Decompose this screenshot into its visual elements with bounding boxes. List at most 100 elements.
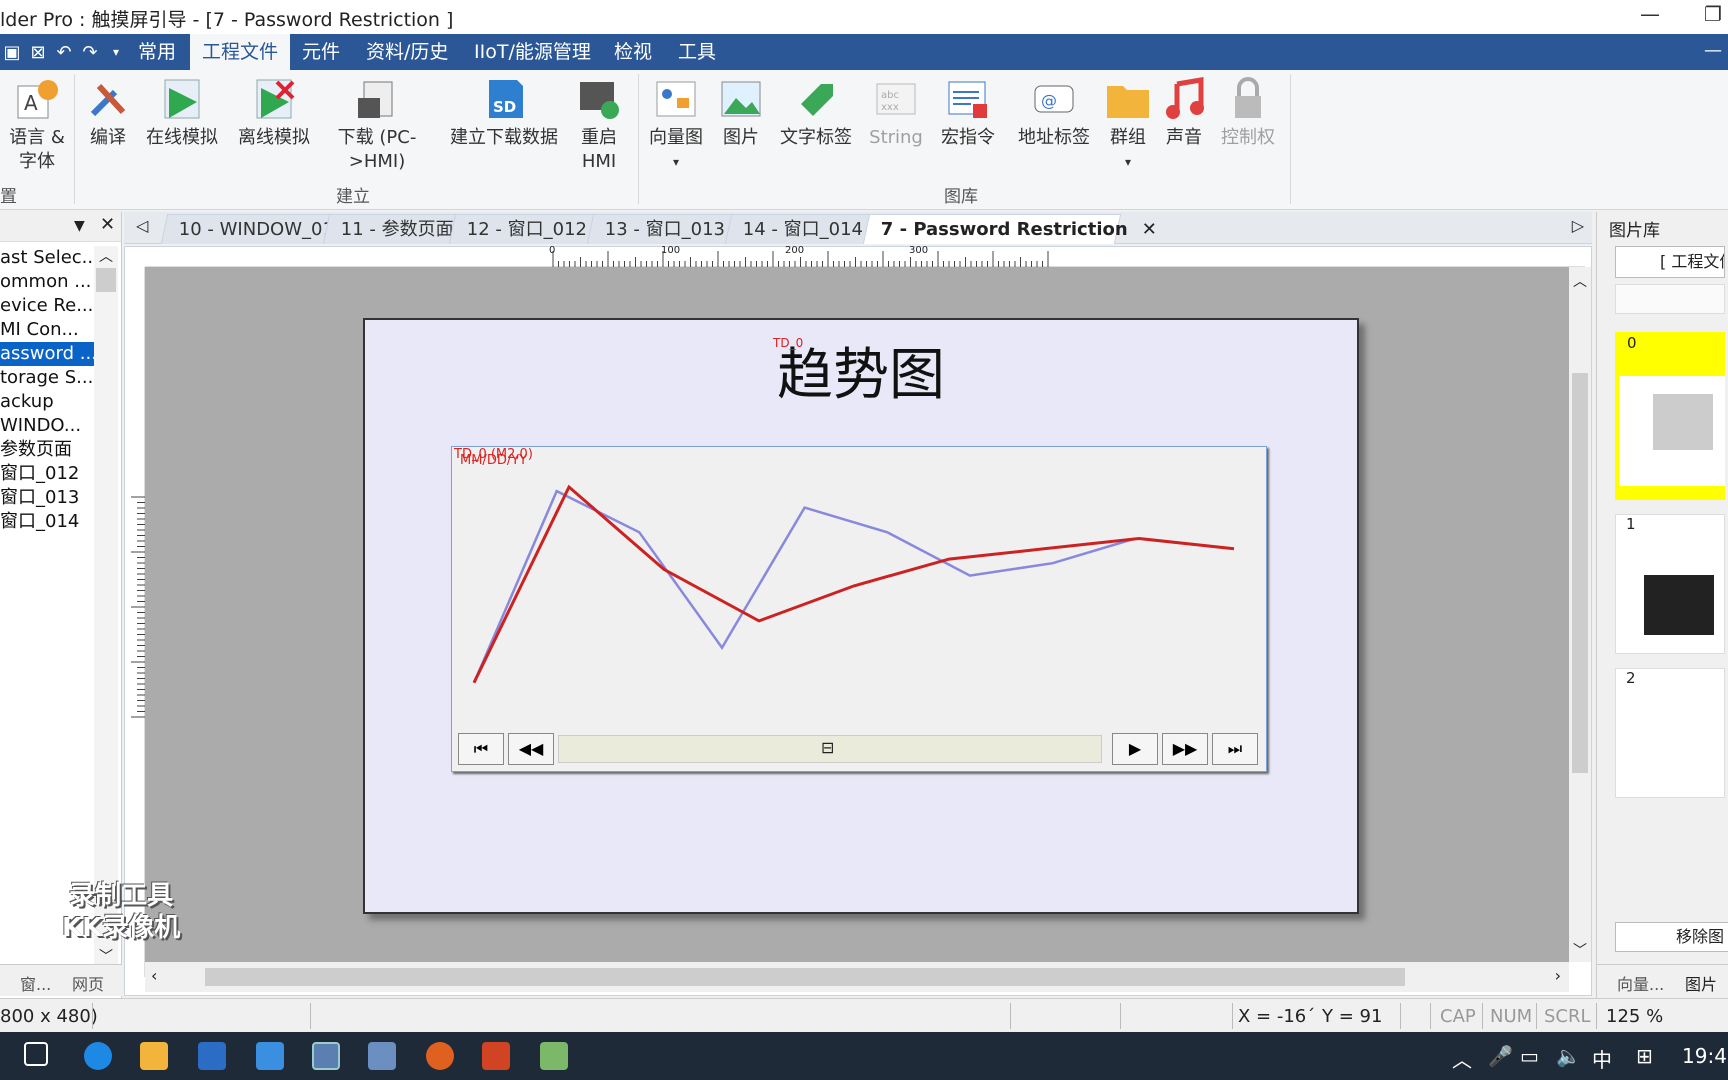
scroll-right-icon[interactable]: › xyxy=(1555,966,1561,985)
tab-windows[interactable]: 窗... xyxy=(20,971,51,995)
ime-indicator[interactable]: 中 xyxy=(1592,1044,1612,1073)
doc-tab-14[interactable]: 14 - 窗口_014 xyxy=(724,214,882,244)
scroll-thumb[interactable] xyxy=(96,268,116,292)
task-view-icon[interactable] xyxy=(24,1042,48,1066)
scroll-thumb[interactable] xyxy=(205,968,1405,986)
ime-mode-icon[interactable]: ⊞ xyxy=(1636,1044,1653,1068)
scroll-down-icon[interactable]: ﹀ xyxy=(1569,940,1591,960)
menu-tab-iiot[interactable]: IIoT/能源管理 xyxy=(462,34,603,70)
scroll-thumb-icon[interactable]: ⊟ xyxy=(821,738,834,757)
app-window-icon[interactable] xyxy=(368,1042,396,1070)
macro-button[interactable]: 宏指令 xyxy=(938,76,998,150)
group-button[interactable]: 群组 ▾ xyxy=(1104,76,1152,174)
trend-display[interactable]: TD_0 (M2,0) MM/DD/YY ⏮ ◀◀ ⊟ ▶ ▶▶ ⏭ xyxy=(451,446,1267,772)
tree-item[interactable]: ast Selec... xyxy=(0,246,94,270)
compile-button[interactable]: 编译 xyxy=(82,76,134,150)
tray-chevron-icon[interactable]: ︿ xyxy=(1452,1044,1472,1073)
library-item-1[interactable]: 1 xyxy=(1615,514,1725,654)
tree-scrollbar[interactable]: ︿ ﹀ xyxy=(94,246,118,966)
menu-tab-data-history[interactable]: 资料/历史 xyxy=(354,34,460,70)
rewind-button[interactable]: ◀◀ xyxy=(508,733,554,765)
ribbon-collapse-button[interactable]: — xyxy=(1704,40,1722,61)
pane-close-icon[interactable]: ✕ xyxy=(100,214,115,235)
menu-tab-project[interactable]: 工程文件 xyxy=(190,34,291,70)
tree-item[interactable]: 参数页面 xyxy=(0,438,94,462)
tree-item[interactable]: MI Con... xyxy=(0,318,94,342)
menu-tab-view[interactable]: 检视 xyxy=(602,34,664,70)
tree-item[interactable]: torage S... xyxy=(0,366,94,390)
restore-button[interactable]: ❐ xyxy=(1704,2,1722,26)
address-tag-button[interactable]: @ 地址标签 xyxy=(1014,76,1094,150)
restart-hmi-button[interactable]: 重启 HMI xyxy=(574,76,624,174)
fast-forward-button[interactable]: ▶▶ xyxy=(1162,733,1208,765)
string-button[interactable]: abc xxx String xyxy=(866,76,926,150)
undo-icon[interactable]: ↶ xyxy=(54,42,74,63)
customize-qat-icon[interactable]: ▾ xyxy=(106,45,126,59)
save-icon[interactable]: ▣ xyxy=(2,42,22,63)
tab-scroll-right-icon[interactable]: ▷ xyxy=(1572,216,1584,235)
menu-tab-home[interactable]: 常用 xyxy=(126,34,188,70)
language-font-button[interactable]: A 语言 & 字体 xyxy=(6,76,68,174)
last-page-button[interactable]: ⏭ xyxy=(1212,733,1258,765)
mail-icon[interactable] xyxy=(256,1042,284,1070)
tab-vector[interactable]: 向量... xyxy=(1617,971,1664,995)
volume-icon[interactable]: 🔈 xyxy=(1556,1044,1581,1068)
easybuilder-icon[interactable] xyxy=(312,1042,340,1070)
close-tab-icon[interactable]: ✕ xyxy=(1142,215,1157,245)
battery-icon[interactable]: ▭ xyxy=(1520,1044,1539,1068)
recorder-icon[interactable] xyxy=(426,1042,454,1070)
build-download-data-button[interactable]: SD 建立下载数据 xyxy=(444,76,564,150)
tree-item[interactable]: ommon ... xyxy=(0,270,94,294)
tab-web[interactable]: 网页 xyxy=(72,971,104,995)
tree-item[interactable]: evice Re... xyxy=(0,294,94,318)
first-page-button[interactable]: ⏮ xyxy=(458,733,504,765)
store-icon[interactable] xyxy=(198,1042,226,1070)
scroll-left-icon[interactable]: ‹ xyxy=(151,966,157,985)
tree-item[interactable]: ackup xyxy=(0,390,94,414)
redo-icon[interactable]: ↷ xyxy=(80,42,100,63)
menu-tab-tools[interactable]: 工具 xyxy=(666,34,728,70)
online-simulation-button[interactable]: 在线模拟 xyxy=(142,76,222,150)
offline-simulation-button[interactable]: 离线模拟 xyxy=(234,76,314,150)
tree-item[interactable]: WINDO... xyxy=(0,414,94,438)
tab-picture[interactable]: 图片 xyxy=(1685,971,1717,995)
minimize-button[interactable]: — xyxy=(1640,2,1660,26)
close-file-icon[interactable]: ⊠ xyxy=(28,42,48,63)
scroll-up-icon[interactable]: ︿ xyxy=(94,246,118,266)
pane-dropdown-icon[interactable]: ▼ xyxy=(74,218,85,234)
status-zoom[interactable]: 125 % xyxy=(1606,1006,1663,1027)
clock[interactable]: 19:49 xyxy=(1682,1044,1728,1068)
menu-tab-objects[interactable]: 元件 xyxy=(290,34,352,70)
doc-tab-12[interactable]: 12 - 窗口_012 xyxy=(448,214,606,244)
doc-tab-13[interactable]: 13 - 窗口_013 xyxy=(586,214,744,244)
hmi-window[interactable]: 趋势图 TD_0 TD_0 (M2,0) MM/DD/YY ⏮ ◀◀ ⊟ ▶ ▶… xyxy=(363,318,1359,914)
vector-graphics-button[interactable]: 向量图 ▾ xyxy=(646,76,706,174)
powerpoint-icon[interactable] xyxy=(482,1042,510,1070)
paint-icon[interactable] xyxy=(540,1042,568,1070)
microphone-icon[interactable]: 🎤 xyxy=(1488,1044,1513,1068)
tree-item[interactable]: 窗口_014 xyxy=(0,510,94,534)
sound-button[interactable]: 声音 xyxy=(1160,76,1208,150)
library-dropdown[interactable]: [ 工程文件 xyxy=(1615,246,1725,278)
tree-item[interactable]: 窗口_013 xyxy=(0,486,94,510)
library-filter[interactable] xyxy=(1615,284,1725,314)
download-pc-hmi-button[interactable]: 下载 (PC- >HMI) xyxy=(330,76,424,174)
canvas-horizontal-scrollbar[interactable]: ‹ › xyxy=(145,962,1569,992)
control-right-button[interactable]: 控制权 xyxy=(1218,76,1278,150)
scroll-thumb[interactable] xyxy=(1572,373,1588,773)
picture-button[interactable]: 图片 xyxy=(716,76,766,150)
text-label-button[interactable]: 文字标签 xyxy=(776,76,856,150)
scroll-up-icon[interactable]: ︿ xyxy=(1569,271,1591,291)
tree-item-selected[interactable]: assword ... xyxy=(0,342,94,366)
scroll-down-icon[interactable]: ﹀ xyxy=(94,946,118,966)
doc-tab-7-active[interactable]: 7 - Password Restriction ✕ xyxy=(862,214,1157,244)
library-item-0[interactable]: 0 xyxy=(1615,332,1725,500)
remove-picture-button[interactable]: 移除图 xyxy=(1615,922,1728,952)
file-explorer-icon[interactable] xyxy=(140,1042,168,1070)
tab-scroll-left-icon[interactable]: ◁ xyxy=(136,216,148,235)
trend-heading[interactable]: 趋势图 xyxy=(365,330,1357,411)
edge-icon[interactable] xyxy=(84,1042,112,1070)
canvas-vertical-scrollbar[interactable]: ︿ ﹀ xyxy=(1569,267,1591,962)
library-item-2[interactable]: 2 xyxy=(1615,668,1725,798)
trend-scroll-bar[interactable]: ⊟ xyxy=(558,735,1102,763)
